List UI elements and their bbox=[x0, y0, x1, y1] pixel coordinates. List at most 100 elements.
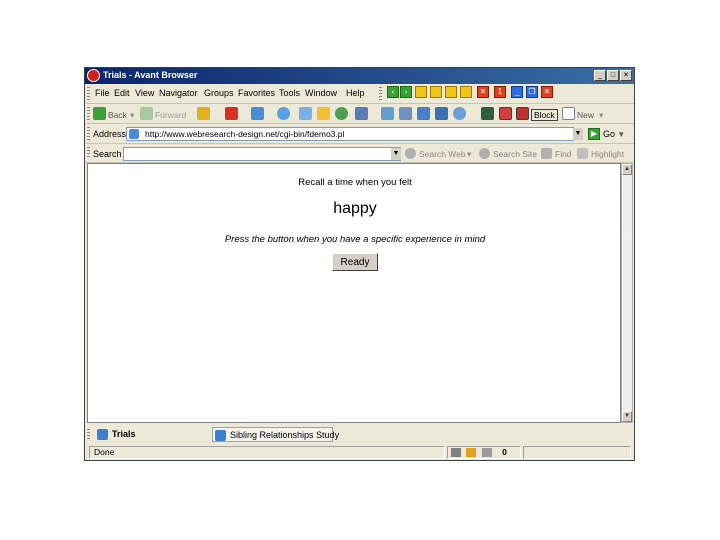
maximize-icon[interactable]: □ bbox=[607, 70, 619, 81]
highlight-icon bbox=[577, 148, 588, 159]
menu-window[interactable]: Window bbox=[305, 88, 337, 98]
status-progress-area bbox=[523, 446, 631, 459]
popup-count: 0 bbox=[502, 447, 507, 457]
close-icon[interactable]: ✕ bbox=[620, 70, 632, 81]
menu-groups[interactable]: Groups bbox=[204, 88, 234, 98]
search-bar: Search ▼ Search Web ▾ Search Site Find H… bbox=[85, 144, 634, 163]
page-view-icon[interactable] bbox=[481, 107, 494, 120]
search-web-button[interactable]: Search Web bbox=[419, 149, 466, 159]
stop-icon[interactable] bbox=[225, 107, 238, 120]
page-icon[interactable] bbox=[355, 107, 368, 120]
javascript-icon[interactable] bbox=[466, 448, 477, 458]
address-input[interactable]: http://www.webresearch-design.net/cgi-bi… bbox=[126, 127, 574, 141]
status-tray: 0 bbox=[447, 446, 521, 459]
tab-sibling-study-label: Sibling Relationships Study bbox=[230, 430, 340, 440]
child-close-icon[interactable]: ✕ bbox=[541, 86, 553, 98]
search-grip[interactable] bbox=[87, 147, 90, 159]
refresh-icon[interactable] bbox=[251, 107, 264, 120]
tab-sibling-study[interactable]: Sibling Relationships Study bbox=[212, 427, 339, 442]
menu-grip[interactable] bbox=[87, 87, 90, 100]
scroll-down-icon[interactable]: ▼ bbox=[622, 411, 632, 422]
search-web-dropdown-icon[interactable]: ▾ bbox=[467, 149, 471, 160]
tools-icon[interactable] bbox=[399, 107, 412, 120]
block-button[interactable]: Block bbox=[531, 109, 558, 121]
emotion-word: happy bbox=[333, 200, 377, 217]
favorites-star-icon[interactable] bbox=[317, 107, 330, 120]
nav-grip[interactable] bbox=[87, 107, 90, 120]
sound-icon[interactable] bbox=[481, 448, 492, 458]
address-grip[interactable] bbox=[87, 127, 90, 140]
up-icon[interactable] bbox=[197, 107, 210, 120]
status-text: Done bbox=[89, 446, 445, 459]
address-bar: Address : http://www.webresearch-design.… bbox=[85, 124, 634, 144]
menu-view[interactable]: View bbox=[135, 88, 154, 98]
tile-horizontal-icon[interactable] bbox=[430, 86, 442, 98]
find-icon bbox=[541, 148, 552, 159]
menu-navigator[interactable]: Navigator bbox=[159, 88, 198, 98]
tab-trials-icon bbox=[97, 429, 108, 441]
minimize-icon[interactable]: _ bbox=[594, 70, 606, 81]
menu-edit[interactable]: Edit bbox=[114, 88, 130, 98]
menu-file[interactable]: File bbox=[95, 88, 110, 98]
block-icon[interactable] bbox=[516, 107, 529, 120]
address-colon: : bbox=[122, 129, 125, 139]
search-icon[interactable] bbox=[299, 107, 312, 120]
cascade-icon[interactable] bbox=[415, 86, 427, 98]
forward-arrow-icon[interactable] bbox=[140, 107, 153, 120]
save-icon[interactable] bbox=[435, 107, 448, 120]
tab-bar: Trials Sibling Relationships Study bbox=[85, 426, 634, 443]
print-icon[interactable] bbox=[417, 107, 430, 120]
child-restore-icon[interactable]: ❐ bbox=[526, 86, 538, 98]
menu-bar: File Edit View Navigator Groups Favorite… bbox=[85, 84, 634, 104]
search-dropdown-icon[interactable]: ▼ bbox=[391, 148, 401, 160]
close-all-icon[interactable]: ✕ bbox=[477, 86, 489, 98]
new-page-icon[interactable] bbox=[562, 107, 575, 120]
title-bar[interactable]: Trials - Avant Browser _ □ ✕ bbox=[85, 68, 634, 84]
child-minimize-icon[interactable]: _ bbox=[511, 86, 523, 98]
menu-help[interactable]: Help bbox=[346, 88, 365, 98]
instruction-text: Press the button when you have a specifi… bbox=[224, 234, 486, 245]
tab-trials-label: Trials bbox=[112, 429, 136, 439]
prev-window-icon[interactable]: ‹ bbox=[387, 86, 399, 98]
tile-vertical-icon[interactable] bbox=[445, 86, 457, 98]
menu-tools[interactable]: Tools bbox=[279, 88, 300, 98]
avant-logo-icon bbox=[87, 69, 100, 82]
history-icon[interactable] bbox=[335, 107, 348, 120]
menu-favorites[interactable]: Favorites bbox=[238, 88, 275, 98]
connection-icon[interactable] bbox=[451, 448, 461, 458]
back-button[interactable]: Back bbox=[108, 110, 127, 120]
mail-icon[interactable] bbox=[381, 107, 394, 120]
forward-button[interactable]: Forward bbox=[155, 110, 186, 120]
search-site-icon bbox=[479, 148, 490, 159]
arrange-icon[interactable] bbox=[460, 86, 472, 98]
status-bar: Done 0 bbox=[85, 445, 634, 460]
highlight-button[interactable]: Highlight bbox=[591, 149, 624, 159]
tab-trials[interactable]: Trials bbox=[95, 427, 211, 442]
single-window-icon[interactable]: 1 bbox=[494, 86, 506, 98]
ready-button[interactable]: Ready bbox=[332, 253, 378, 271]
new-dropdown-icon[interactable]: ▾ bbox=[599, 110, 603, 121]
browser-window: Trials - Avant Browser _ □ ✕ File Edit V… bbox=[84, 67, 635, 461]
go-button[interactable]: Go bbox=[603, 129, 615, 139]
web-page-content: Recall a time when you felt happy Press … bbox=[87, 163, 621, 423]
search-web-icon bbox=[405, 148, 416, 159]
vertical-scrollbar[interactable]: ▲ ▼ bbox=[621, 163, 633, 423]
popup-blocker-icon[interactable] bbox=[499, 107, 512, 120]
back-dropdown-icon[interactable]: ▾ bbox=[130, 110, 134, 121]
tab-grip[interactable] bbox=[87, 429, 90, 440]
messenger-icon[interactable] bbox=[453, 107, 466, 120]
search-site-button[interactable]: Search Site bbox=[493, 149, 537, 159]
back-arrow-icon[interactable] bbox=[93, 107, 106, 120]
scroll-up-icon[interactable]: ▲ bbox=[622, 164, 632, 175]
address-dropdown-icon[interactable]: ▼ bbox=[573, 128, 583, 140]
search-label: Search bbox=[93, 149, 122, 159]
new-button[interactable]: New bbox=[577, 110, 594, 120]
go-dropdown-icon[interactable]: ▾ bbox=[619, 129, 624, 140]
page-favicon-icon bbox=[129, 129, 139, 139]
next-window-icon[interactable]: › bbox=[400, 86, 412, 98]
go-arrow-icon[interactable]: ▶ bbox=[588, 128, 600, 140]
home-icon[interactable] bbox=[277, 107, 290, 120]
find-button[interactable]: Find bbox=[555, 149, 572, 159]
window-toolbar-grip[interactable] bbox=[379, 87, 382, 100]
search-input[interactable] bbox=[123, 147, 401, 161]
